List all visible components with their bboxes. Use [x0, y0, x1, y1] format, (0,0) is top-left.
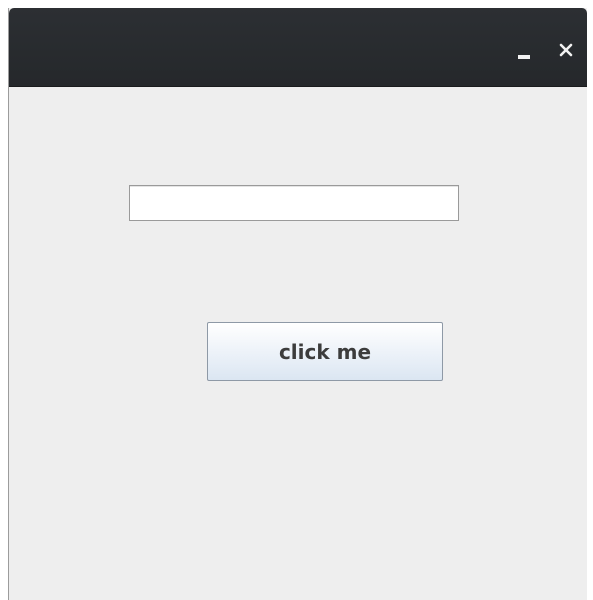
app-window: click me	[8, 8, 587, 600]
close-button[interactable]	[552, 36, 580, 64]
click-me-button[interactable]: click me	[207, 322, 443, 381]
minimize-button[interactable]	[510, 36, 538, 64]
minimize-icon	[518, 55, 530, 59]
content-panel: click me	[9, 87, 587, 600]
title-bar[interactable]	[9, 8, 587, 87]
text-field[interactable]	[129, 185, 459, 221]
close-icon	[559, 43, 573, 57]
